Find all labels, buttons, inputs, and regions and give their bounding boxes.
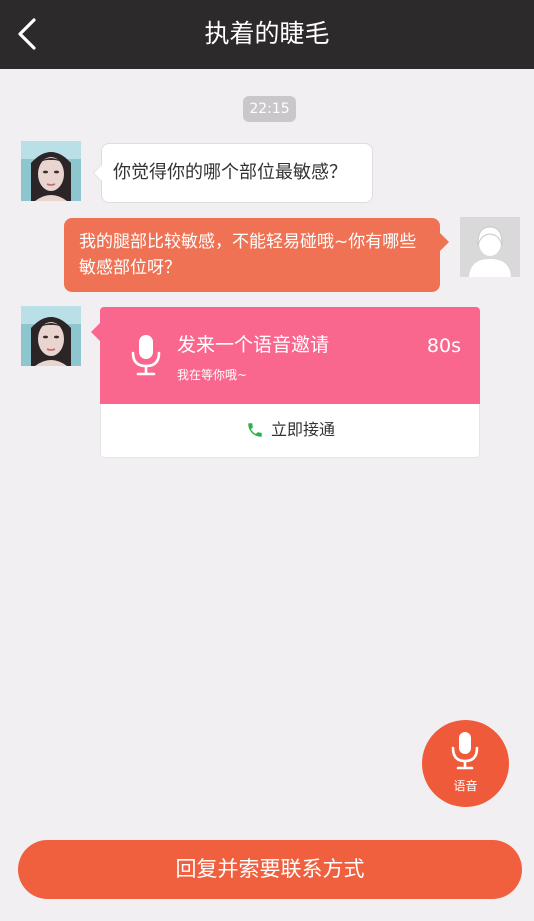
page-title: 执着的睫毛 [204, 19, 330, 48]
my-avatar[interactable] [460, 217, 520, 277]
timestamp-badge: 22:15 [243, 96, 296, 122]
connect-call-label: 立即接通 [271, 420, 336, 439]
message-text: 你觉得你的哪个部位最敏感？ [113, 162, 347, 183]
voice-invite-header: 发来一个语音邀请 我在等你哦~ 80s [100, 307, 480, 404]
avatar-photo [21, 141, 81, 201]
contact-avatar[interactable] [21, 306, 81, 366]
microphone-icon [451, 732, 479, 770]
top-bar: 执着的睫毛 [0, 0, 534, 69]
connect-call-button[interactable]: 立即接通 [100, 404, 480, 458]
voice-invite-subtitle: 我在等你哦~ [177, 368, 248, 382]
incoming-message-bubble: 你觉得你的哪个部位最敏感？ [93, 143, 373, 203]
contact-avatar[interactable] [21, 141, 81, 201]
voice-duration: 80s [426, 335, 461, 357]
outgoing-message-bubble: 我的腿部比较敏感，不能轻易碰哦~你有哪些敏感部位呀？ [64, 218, 449, 292]
voice-invite-card[interactable]: 发来一个语音邀请 我在等你哦~ 80s 立即接通 [91, 307, 480, 458]
avatar-photo [21, 306, 81, 366]
reply-request-contact-button[interactable]: 回复并索要联系方式 [18, 840, 522, 899]
phone-icon [248, 423, 262, 437]
microphone-icon [131, 335, 161, 376]
voice-invite-title: 发来一个语音邀请 [177, 334, 330, 356]
voice-button-label: 语音 [453, 779, 478, 793]
default-user-icon [460, 217, 520, 277]
voice-button[interactable]: 语音 [422, 720, 509, 807]
message-text: 我的腿部比较敏感，不能轻易碰哦~你有哪些敏感部位呀？ [79, 232, 417, 278]
